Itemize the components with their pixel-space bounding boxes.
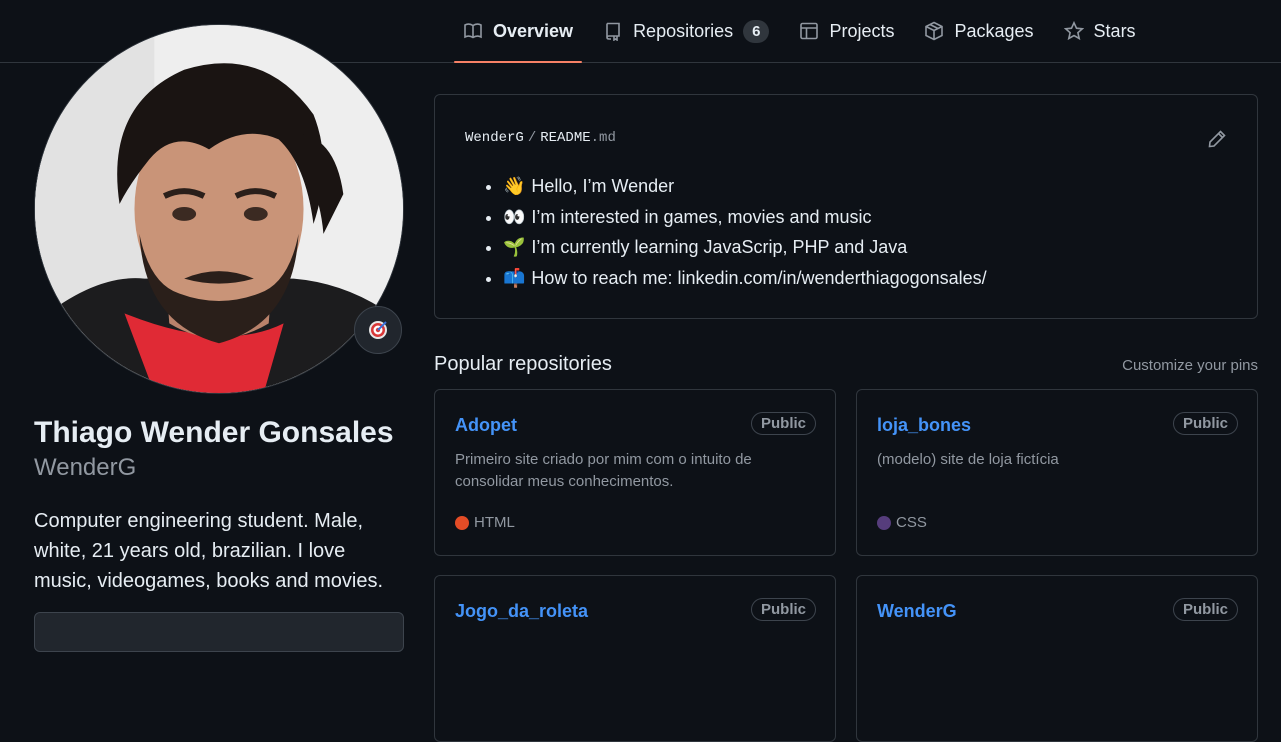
repo-card: Jogo_da_roleta Public	[434, 575, 836, 742]
tab-label: Repositories	[633, 20, 734, 41]
repo-description: Primeiro site criado por mim com o intui…	[455, 451, 752, 490]
tab-list: Overview Repositories 6 Projects Package…	[454, 0, 1157, 63]
repo-link[interactable]: loja_bones	[877, 415, 971, 436]
table-icon	[800, 22, 819, 40]
eyes-icon: 👀	[503, 206, 526, 227]
profile-username: WenderG	[34, 454, 137, 481]
pencil-icon	[1208, 130, 1226, 148]
tab-repositories[interactable]: Repositories 6	[594, 0, 778, 62]
language-dot	[877, 515, 891, 530]
repo-card: loja_bones Public (modelo) site de loja …	[856, 389, 1258, 556]
target-icon	[369, 321, 387, 339]
readme-owner[interactable]: WenderG	[465, 130, 524, 146]
tab-packages[interactable]: Packages	[915, 0, 1042, 62]
edit-profile-button[interactable]	[34, 612, 404, 652]
tab-projects[interactable]: Projects	[790, 0, 903, 62]
repo-language: HTML	[455, 514, 515, 531]
customize-pins-link[interactable]: Customize your pins	[1122, 357, 1258, 374]
profile-bio: Computer engineering student. Male, whit…	[34, 510, 384, 592]
list-item: 🌱I’m currently learning JavaScrip, PHP a…	[503, 232, 987, 263]
list-item-text: How to reach me: linkedin.com/in/wendert…	[531, 267, 987, 288]
language-label: CSS	[896, 514, 927, 531]
repo-count-badge: 6	[743, 19, 770, 43]
status-badge[interactable]	[354, 306, 402, 354]
tab-label: Packages	[954, 20, 1034, 41]
visibility-badge: Public	[1172, 598, 1238, 621]
readme-path: WenderG / README.md	[465, 130, 616, 146]
popular-repos-title: Popular repositories	[434, 353, 612, 375]
repo-link[interactable]: Adopet	[455, 415, 517, 436]
list-item: 👋Hello, I’m Wender	[503, 171, 987, 202]
list-item-text: I’m interested in games, movies and musi…	[531, 206, 872, 227]
visibility-badge: Public	[750, 598, 816, 621]
visibility-badge: Public	[1172, 412, 1238, 435]
star-icon	[1063, 21, 1084, 41]
repo-description: (modelo) site de loja fictícia	[877, 451, 1059, 468]
repo-card: Adopet Public Primeiro site criado por m…	[434, 389, 836, 556]
list-item-text: I’m currently learning JavaScrip, PHP an…	[531, 237, 908, 257]
language-dot	[455, 515, 469, 530]
language-label: HTML	[474, 514, 515, 531]
readme-file[interactable]: README	[540, 130, 590, 146]
wave-icon: 👋	[503, 176, 526, 196]
tab-label: Projects	[829, 20, 895, 41]
repo-link[interactable]: WenderG	[877, 601, 957, 622]
readme-ext: .md	[590, 130, 616, 146]
avatar-photo	[35, 25, 403, 393]
repo-language: CSS	[877, 514, 927, 531]
tab-label: Overview	[493, 20, 574, 41]
list-item: 👀I’m interested in games, movies and mus…	[503, 202, 987, 233]
readme-card: WenderG/README.md 👋Hello, I’m Wender 👀I’…	[434, 94, 1258, 319]
mailbox-icon: 📫	[503, 267, 526, 288]
repo-icon	[606, 22, 620, 41]
profile-full-name: Thiago Wender Gonsales	[34, 416, 394, 449]
readme-list: 👋Hello, I’m Wender 👀I’m interested in ga…	[483, 171, 987, 293]
book-icon	[464, 23, 482, 39]
package-icon	[925, 21, 944, 41]
repo-link[interactable]: Jogo_da_roleta	[455, 601, 588, 622]
avatar[interactable]	[34, 24, 404, 394]
tab-overview[interactable]: Overview	[454, 0, 583, 63]
tab-label: Stars	[1093, 20, 1136, 41]
repo-card: WenderG Public	[856, 575, 1258, 742]
seedling-icon: 🌱	[503, 237, 526, 257]
list-item-text: Hello, I’m Wender	[531, 176, 675, 196]
path-separator: /	[527, 130, 537, 146]
list-item: 📫How to reach me: linkedin.com/in/wender…	[503, 263, 987, 294]
edit-readme-button[interactable]	[1207, 129, 1227, 149]
visibility-badge: Public	[750, 412, 816, 435]
tab-stars[interactable]: Stars	[1055, 0, 1145, 62]
